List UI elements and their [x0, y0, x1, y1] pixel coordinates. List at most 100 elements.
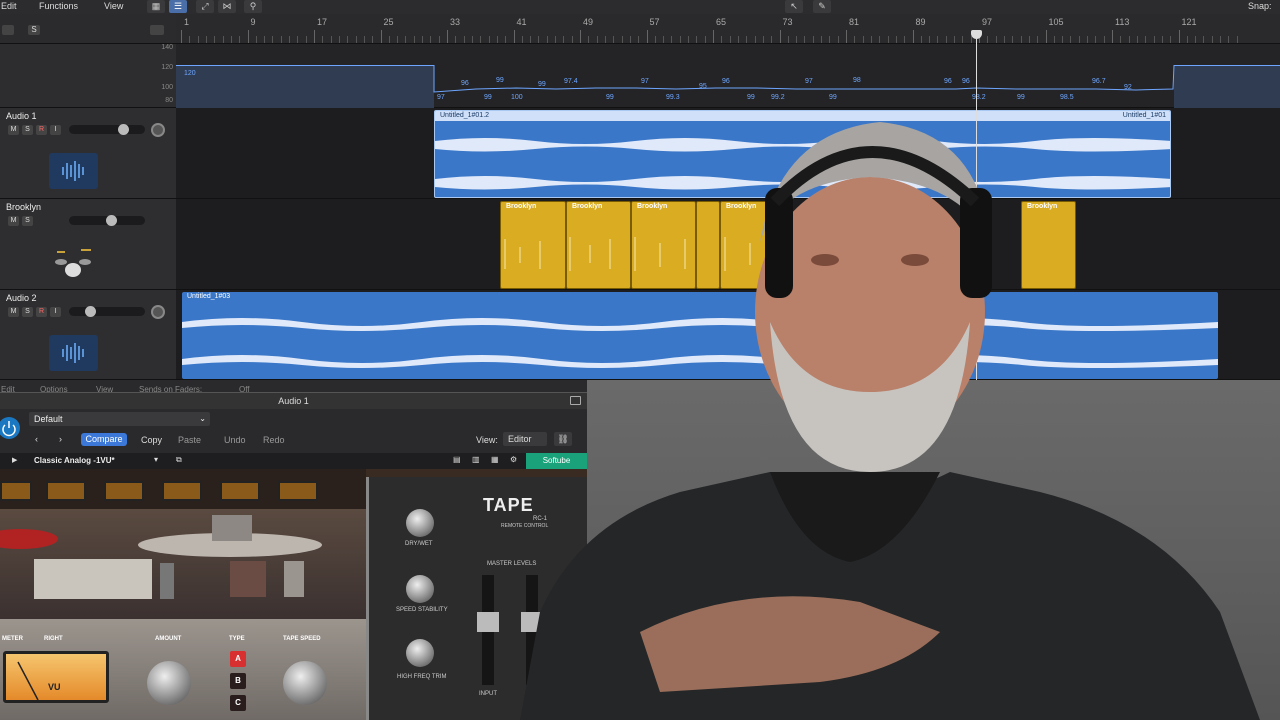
grid-view-icon[interactable]: ▦: [147, 0, 165, 13]
record-button[interactable]: R: [36, 307, 47, 317]
mute-button[interactable]: M: [8, 125, 19, 135]
input-monitor-button[interactable]: I: [50, 307, 61, 317]
track-header-audio1[interactable]: Audio 1 M S R I: [0, 108, 176, 199]
preset-dropdown-icon[interactable]: ▾: [154, 455, 158, 464]
ruler-tick: [247, 30, 249, 43]
ruler-tick: [779, 30, 781, 43]
ruler-minor-tick: [496, 36, 498, 43]
next-preset-icon[interactable]: ›: [59, 434, 62, 444]
plugin-window: Audio 1 Default ⌄ ‹ › Compare Copy Paste …: [0, 392, 587, 720]
ruler-minor-tick: [563, 36, 565, 43]
compare-button[interactable]: Compare: [81, 433, 127, 446]
input-fader-cap[interactable]: [477, 612, 499, 632]
ruler-minor-tick: [829, 36, 831, 43]
ruler-minor-tick: [754, 36, 756, 43]
plugin-preset-name[interactable]: Classic Analog -1VU*: [34, 456, 115, 465]
ruler-minor-tick: [438, 36, 440, 43]
mute-button[interactable]: M: [8, 216, 19, 226]
layout3-icon[interactable]: ▦: [491, 455, 499, 464]
ruler-minor-tick: [305, 36, 307, 43]
meter-label: METER: [2, 636, 23, 642]
ruler-minor-tick: [230, 36, 232, 43]
type-b-button[interactable]: B: [230, 673, 246, 689]
ruler-minor-tick: [1195, 36, 1197, 43]
fader-knob[interactable]: [106, 215, 117, 226]
volume-fader[interactable]: [69, 215, 145, 226]
ruler-header: S: [0, 14, 176, 44]
ruler-minor-tick: [264, 36, 266, 43]
type-c-button[interactable]: C: [230, 695, 246, 711]
plugin-title: Audio 1: [0, 393, 587, 409]
solo-button[interactable]: S: [22, 125, 33, 135]
pencil-tool-icon[interactable]: ✎: [813, 0, 831, 13]
add-track-icon[interactable]: [2, 25, 14, 35]
volume-fader[interactable]: [69, 306, 145, 317]
play-icon[interactable]: ▶: [12, 456, 17, 464]
pan-knob[interactable]: [151, 305, 165, 319]
pointer-tool-icon[interactable]: ↖: [785, 0, 803, 13]
high-freq-trim-label: HIGH FREQ TRIM: [397, 674, 447, 680]
layout2-icon[interactable]: ▥: [472, 455, 480, 464]
preset-label: Default: [34, 414, 63, 424]
track-name[interactable]: Audio 1: [6, 111, 37, 121]
high-freq-trim-knob[interactable]: [406, 639, 434, 667]
ruler-tick: [181, 30, 182, 43]
ruler-minor-tick: [1012, 36, 1014, 43]
type-a-button[interactable]: A: [230, 651, 246, 667]
ruler-minor-tick: [355, 36, 357, 43]
automation-icon[interactable]: ⤢: [196, 0, 214, 13]
preset-menu[interactable]: Default ⌄: [29, 412, 210, 426]
track-name[interactable]: Brooklyn: [6, 202, 41, 212]
prev-preset-icon[interactable]: ‹: [35, 434, 38, 444]
right-label: RIGHT: [44, 636, 63, 642]
ruler-minor-tick: [920, 36, 922, 43]
mute-button[interactable]: M: [8, 307, 19, 317]
redo-button[interactable]: Redo: [263, 435, 285, 445]
power-icon[interactable]: [0, 417, 20, 439]
menu-functions[interactable]: Functions: [39, 1, 78, 11]
tempo-value-label: 96.7: [1092, 78, 1106, 85]
amount-knob[interactable]: [147, 661, 191, 705]
bar-ruler[interactable]: 1 9 17 25 33 41 49 57 65 73 81 89 97 105 113 121: [176, 14, 1280, 44]
flex-icon[interactable]: ⋈: [218, 0, 236, 13]
ruler-tick: [713, 30, 714, 43]
ruler-minor-tick: [613, 36, 615, 43]
chevron-down-icon: ⌄: [199, 414, 206, 423]
paste-button[interactable]: Paste: [178, 435, 201, 445]
track-options-icon[interactable]: [150, 25, 164, 35]
pan-knob[interactable]: [151, 123, 165, 137]
ruler-minor-tick: [804, 36, 806, 43]
ruler-minor-tick: [388, 36, 390, 43]
layout-icon[interactable]: ▤: [453, 455, 461, 464]
ruler-minor-tick: [1203, 36, 1205, 43]
fader-knob[interactable]: [85, 306, 96, 317]
ruler-minor-tick: [1053, 36, 1055, 43]
ruler-minor-tick: [879, 36, 881, 43]
solo-button[interactable]: S: [22, 216, 33, 226]
fader-knob[interactable]: [118, 124, 129, 135]
solo-button[interactable]: S: [22, 307, 33, 317]
ruler-bar-number: 49: [583, 17, 594, 27]
record-button[interactable]: R: [36, 125, 47, 135]
gear-icon[interactable]: ⚙: [510, 455, 517, 464]
tape-speed-knob[interactable]: [283, 661, 327, 705]
ruler-minor-tick: [372, 36, 374, 43]
catch-icon[interactable]: ⚲: [244, 0, 262, 13]
menu-edit[interactable]: Edit: [1, 1, 17, 11]
window-icon[interactable]: ⧉: [176, 455, 182, 465]
list-view-icon[interactable]: ☰: [169, 0, 187, 13]
volume-fader[interactable]: [69, 124, 145, 135]
track-header-brooklyn[interactable]: Brooklyn M S: [0, 199, 176, 290]
track-name[interactable]: Audio 2: [6, 293, 37, 303]
input-monitor-button[interactable]: I: [50, 125, 61, 135]
speed-stability-knob[interactable]: [406, 575, 434, 603]
copy-button[interactable]: Copy: [141, 435, 162, 445]
tempo-value-label: 97: [805, 78, 813, 85]
menu-view[interactable]: View: [104, 1, 123, 11]
track-header-audio2[interactable]: Audio 2 M S R I: [0, 290, 176, 380]
solo-global-button[interactable]: S: [28, 25, 40, 35]
tempo-value-label: 96: [722, 78, 730, 85]
undo-button[interactable]: Undo: [224, 435, 246, 445]
dry-wet-knob[interactable]: [406, 509, 434, 537]
ruler-bar-number: 41: [516, 17, 527, 27]
